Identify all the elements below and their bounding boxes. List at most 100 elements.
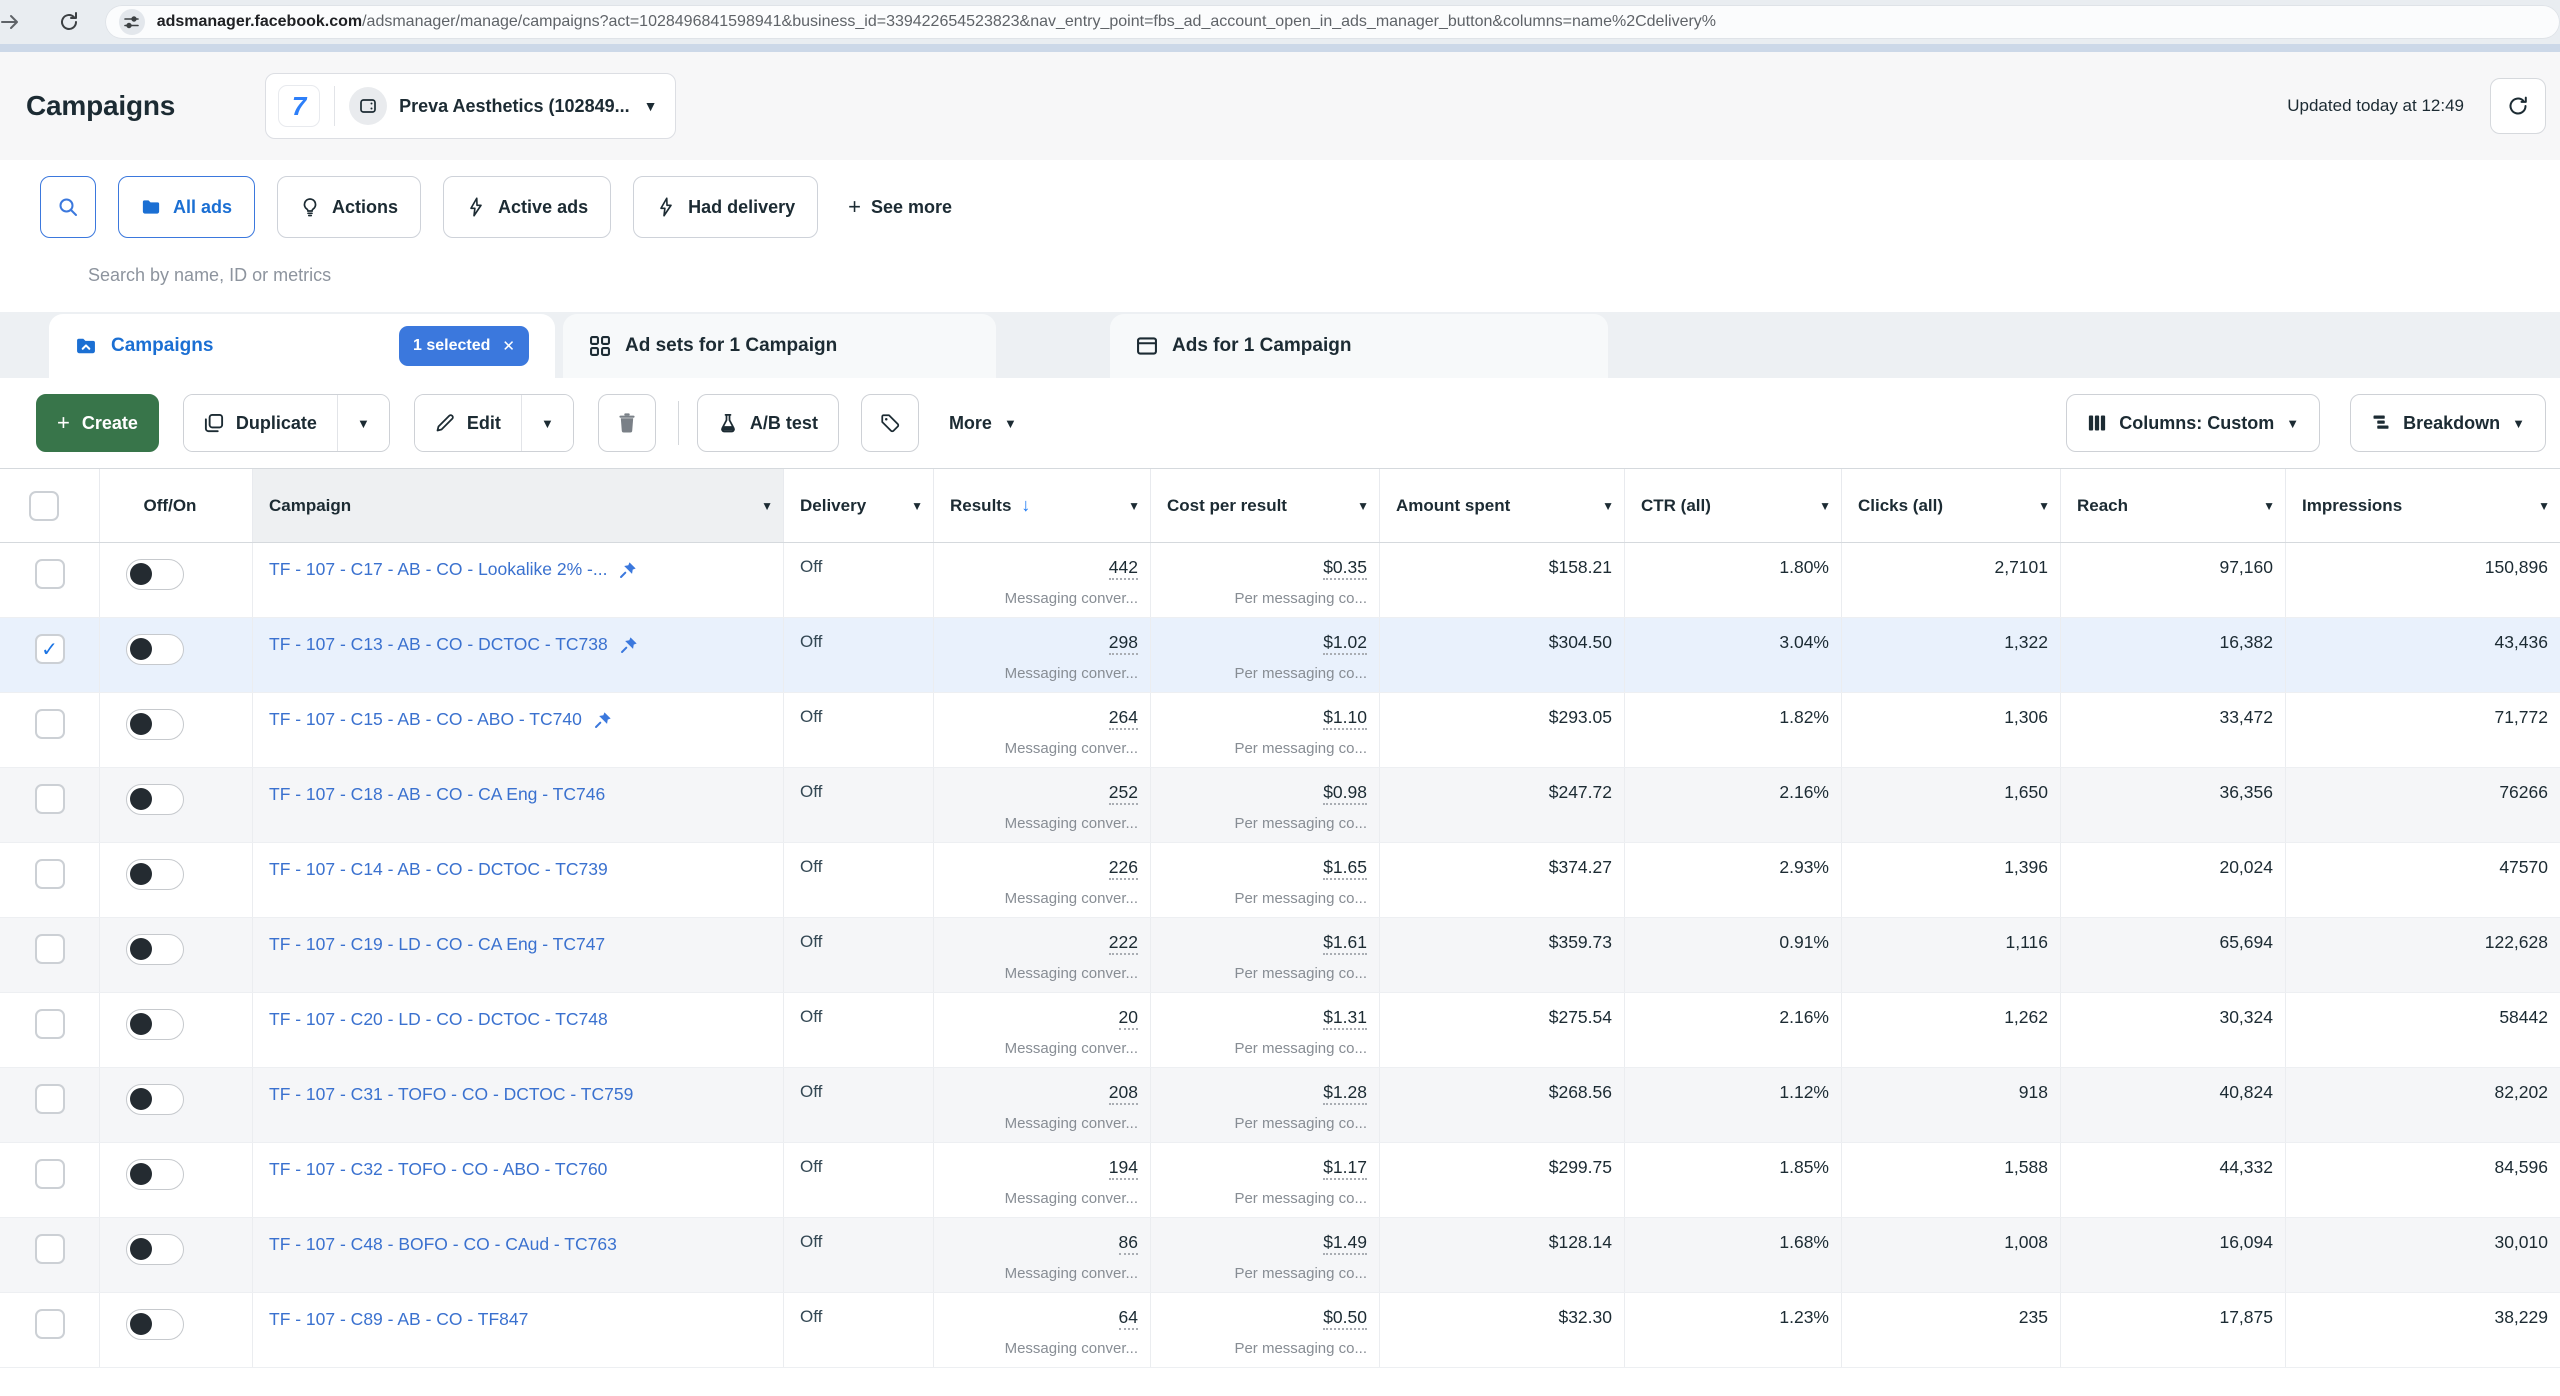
campaign-name-link[interactable]: TF - 107 - C17 - AB - CO - Lookalike 2% …: [269, 559, 607, 580]
row-checkbox[interactable]: ✓: [35, 859, 65, 889]
select-all-checkbox[interactable]: [0, 469, 100, 542]
delete-button[interactable]: [598, 394, 656, 452]
row-checkbox[interactable]: ✓: [35, 784, 65, 814]
cost-per-result-value[interactable]: $1.61: [1323, 932, 1367, 955]
campaign-name-link[interactable]: TF - 107 - C13 - AB - CO - DCTOC - TC738: [269, 634, 608, 655]
campaign-name-link[interactable]: TF - 107 - C15 - AB - CO - ABO - TC740: [269, 709, 582, 730]
campaign-toggle[interactable]: [126, 559, 184, 590]
row-checkbox[interactable]: ✓: [35, 1084, 65, 1114]
site-settings-icon[interactable]: [119, 9, 145, 35]
search-input[interactable]: Search by name, ID or metrics: [88, 238, 2560, 312]
column-header-ctr[interactable]: CTR (all)▼: [1625, 469, 1842, 542]
campaign-toggle[interactable]: [126, 934, 184, 965]
ab-test-button[interactable]: A/B test: [697, 394, 839, 452]
results-value[interactable]: 298: [1109, 632, 1138, 655]
reload-icon[interactable]: [51, 4, 86, 40]
campaign-name-link[interactable]: TF - 107 - C31 - TOFO - CO - DCTOC - TC7…: [269, 1084, 633, 1105]
column-header-impressions[interactable]: Impressions▼: [2286, 469, 2560, 542]
campaign-name-link[interactable]: TF - 107 - C19 - LD - CO - CA Eng - TC74…: [269, 934, 605, 955]
cost-per-result-value[interactable]: $0.98: [1323, 782, 1367, 805]
campaign-name-link[interactable]: TF - 107 - C20 - LD - CO - DCTOC - TC748: [269, 1009, 608, 1030]
cost-per-result-value[interactable]: $1.49: [1323, 1232, 1367, 1255]
column-header-clicks[interactable]: Clicks (all)▼: [1842, 469, 2061, 542]
cost-per-result-value[interactable]: $0.35: [1323, 557, 1367, 580]
duplicate-dropdown[interactable]: ▼: [337, 395, 389, 451]
row-checkbox[interactable]: ✓: [35, 1159, 65, 1189]
campaign-name-link[interactable]: TF - 107 - C32 - TOFO - CO - ABO - TC760: [269, 1159, 607, 1180]
ad-account-selector[interactable]: 7 Preva Aesthetics (102849... ▼: [265, 73, 676, 139]
column-header-delivery[interactable]: Delivery▼: [784, 469, 934, 542]
cost-per-result-value[interactable]: $1.28: [1323, 1082, 1367, 1105]
clear-selection-icon[interactable]: ✕: [502, 337, 515, 355]
pin-icon: [620, 636, 638, 654]
row-checkbox[interactable]: ✓: [35, 934, 65, 964]
column-header-off-on[interactable]: Off/On: [100, 469, 253, 542]
filter-chip-actions[interactable]: Actions: [277, 176, 421, 238]
row-checkbox[interactable]: ✓: [35, 709, 65, 739]
results-value[interactable]: 20: [1119, 1007, 1138, 1030]
results-value[interactable]: 226: [1109, 857, 1138, 880]
campaign-toggle[interactable]: [126, 1084, 184, 1115]
campaign-toggle[interactable]: [126, 1159, 184, 1190]
more-button[interactable]: More ▼: [929, 394, 1037, 452]
campaign-toggle[interactable]: [126, 1309, 184, 1340]
row-checkbox[interactable]: ✓: [35, 634, 65, 664]
cost-per-result-value[interactable]: $1.10: [1323, 707, 1367, 730]
campaign-name-link[interactable]: TF - 107 - C89 - AB - CO - TF847: [269, 1309, 528, 1330]
filter-chip-all-ads[interactable]: All ads: [118, 176, 255, 238]
cost-per-result-value[interactable]: $1.31: [1323, 1007, 1367, 1030]
campaign-toggle[interactable]: [126, 1234, 184, 1265]
tab-campaigns[interactable]: Campaigns 1 selected ✕: [49, 314, 555, 378]
edit-dropdown[interactable]: ▼: [521, 395, 573, 451]
impressions-value: 30,010: [2494, 1232, 2548, 1252]
campaign-toggle[interactable]: [126, 784, 184, 815]
search-filter-button[interactable]: [40, 176, 96, 238]
forward-arrow-icon[interactable]: [0, 4, 27, 40]
breakdown-button[interactable]: Breakdown ▼: [2350, 394, 2546, 452]
toggle-knob: [130, 1238, 152, 1260]
campaign-toggle[interactable]: [126, 709, 184, 740]
results-value[interactable]: 442: [1109, 557, 1138, 580]
column-header-reach[interactable]: Reach▼: [2061, 469, 2286, 542]
results-type: Messaging conver...: [950, 1340, 1138, 1357]
see-more-button[interactable]: + See more: [848, 194, 952, 220]
column-header-campaign[interactable]: Campaign▼: [253, 469, 784, 542]
columns-button[interactable]: Columns: Custom ▼: [2066, 394, 2320, 452]
column-header-results[interactable]: Results↓▼: [934, 469, 1151, 542]
tag-button[interactable]: [861, 394, 919, 452]
address-bar[interactable]: adsmanager.facebook.com/adsmanager/manag…: [105, 5, 2560, 39]
results-value[interactable]: 86: [1119, 1232, 1138, 1255]
results-value[interactable]: 208: [1109, 1082, 1138, 1105]
edit-button[interactable]: Edit: [415, 395, 521, 451]
tab-ads[interactable]: Ads for 1 Campaign: [1110, 314, 1608, 378]
filter-chip-had-delivery[interactable]: Had delivery: [633, 176, 818, 238]
campaign-name-link[interactable]: TF - 107 - C14 - AB - CO - DCTOC - TC739: [269, 859, 608, 880]
campaign-name-link[interactable]: TF - 107 - C48 - BOFO - CO - CAud - TC76…: [269, 1234, 617, 1255]
row-checkbox[interactable]: ✓: [35, 559, 65, 589]
cost-per-result-value[interactable]: $1.02: [1323, 632, 1367, 655]
duplicate-button[interactable]: Duplicate: [184, 395, 337, 451]
results-value[interactable]: 194: [1109, 1157, 1138, 1180]
row-checkbox[interactable]: ✓: [35, 1234, 65, 1264]
campaign-toggle[interactable]: [126, 634, 184, 665]
row-checkbox[interactable]: ✓: [35, 1309, 65, 1339]
cost-per-result-value[interactable]: $1.65: [1323, 857, 1367, 880]
column-header-amount-spent[interactable]: Amount spent▼: [1380, 469, 1625, 542]
column-header-cost-per-result[interactable]: Cost per result▼: [1151, 469, 1380, 542]
create-button[interactable]: + Create: [36, 394, 159, 452]
row-checkbox[interactable]: ✓: [35, 1009, 65, 1039]
campaign-toggle[interactable]: [126, 859, 184, 890]
results-value[interactable]: 222: [1109, 932, 1138, 955]
cost-per-result-value[interactable]: $1.17: [1323, 1157, 1367, 1180]
cost-per-result-value[interactable]: $0.50: [1323, 1307, 1367, 1330]
filter-chip-active-ads[interactable]: Active ads: [443, 176, 611, 238]
ctr-value: 2.16%: [1779, 782, 1829, 802]
campaign-toggle[interactable]: [126, 1009, 184, 1040]
selected-count-badge[interactable]: 1 selected ✕: [399, 326, 529, 366]
results-value[interactable]: 264: [1109, 707, 1138, 730]
campaign-name-link[interactable]: TF - 107 - C18 - AB - CO - CA Eng - TC74…: [269, 784, 605, 805]
tab-ad-sets[interactable]: Ad sets for 1 Campaign: [563, 314, 996, 378]
results-value[interactable]: 252: [1109, 782, 1138, 805]
results-value[interactable]: 64: [1119, 1307, 1138, 1330]
refresh-button[interactable]: [2490, 78, 2546, 134]
